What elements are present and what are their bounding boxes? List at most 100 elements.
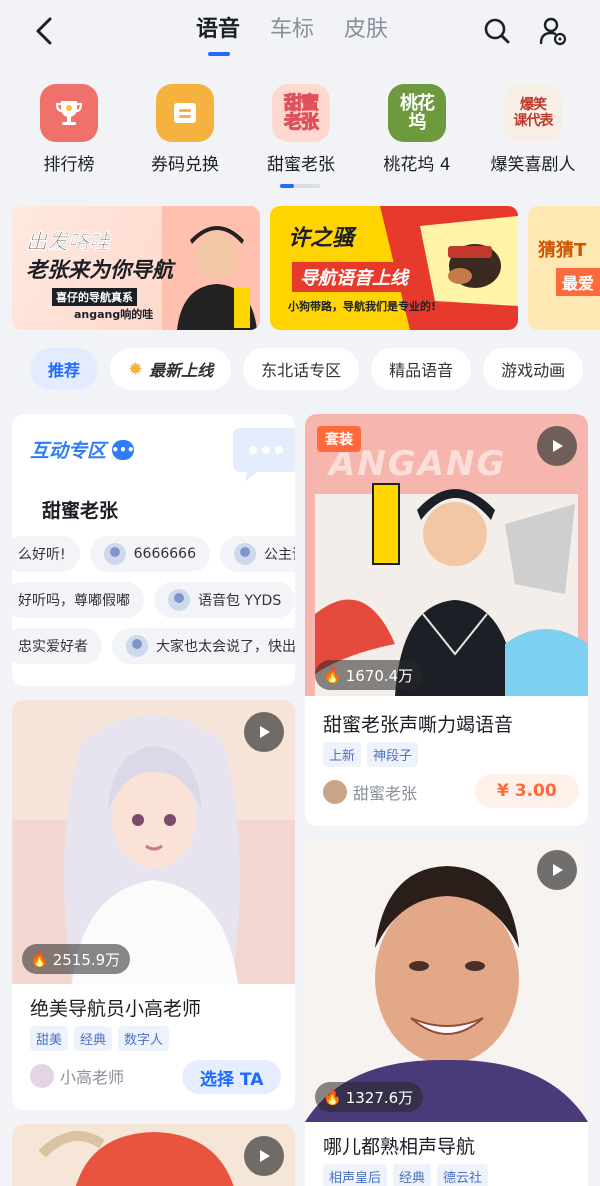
flame-icon: 🔥 (30, 950, 49, 968)
user-settings-icon[interactable] (536, 14, 570, 48)
logo-art-text: 甜蜜 老张 (284, 93, 320, 133)
top-tabs: 语音 车标 皮肤 (196, 14, 388, 56)
banner-title-line1: 猜猜T (538, 240, 587, 261)
heat-count: 🔥 1327.6万 (315, 1082, 424, 1112)
voice-card-title: 哪儿都熟相声导航 (323, 1136, 476, 1158)
top-bar: 语音 车标 皮肤 (0, 0, 600, 66)
heat-count: 🔥 1670.4万 (315, 660, 424, 690)
tag: 经典 (393, 1164, 432, 1186)
interaction-title-text: 互动专区 (30, 440, 107, 462)
interaction-title: 互动专区 ••• (30, 436, 135, 463)
danmaku-bubble: 语音包 YYDS (154, 582, 295, 618)
quick-entry-label: 爆笑喜剧人 (490, 155, 576, 175)
quick-entry-taohuawu[interactable]: 桃花 坞 桃花坞 4 (362, 84, 472, 175)
tab-voice[interactable]: 语音 (196, 14, 240, 56)
interaction-card[interactable]: 互动专区 ••• 甜蜜老张 么好听! 6666666 公主请 好听吗，尊嘟假嘟 … (12, 414, 295, 686)
baoxiao-logo-icon: 爆笑 课代表 (504, 84, 562, 142)
tag: 甜美 (30, 1026, 69, 1051)
search-icon[interactable] (480, 14, 514, 48)
author[interactable]: 甜蜜老张 (323, 780, 417, 804)
danmaku-text: 好听吗，尊嘟假嘟 (18, 593, 130, 609)
heat-value: 1327.6万 (345, 1088, 414, 1107)
chip-new-release[interactable]: ✹ 最新上线 (110, 348, 232, 390)
quick-entry-ranking[interactable]: 排行榜 (14, 84, 124, 175)
chip-northeast-dialect[interactable]: 东北话专区 (243, 348, 360, 390)
avatar (233, 543, 256, 565)
flame-icon: 🔥 (323, 666, 342, 684)
quick-entry-tianmi-laozhang[interactable]: 甜蜜 老张 甜蜜老张 (246, 84, 356, 175)
tianmi-laozhang-logo-icon: 甜蜜 老张 (272, 84, 330, 142)
danmaku-row-3: 忠实爱好者 大家也太会说了，快出 (12, 628, 295, 664)
danmaku-text: 6666666 (133, 546, 196, 562)
voice-card-title: 绝美导航员小高老师 (30, 998, 202, 1020)
quick-entry-label: 券码兑换 (151, 155, 219, 175)
tag: 数字人 (118, 1026, 170, 1051)
voice-card-partial[interactable] (12, 1124, 295, 1186)
voice-card-xiangsheng[interactable]: 🔥 1327.6万 哪儿都熟相声导航 相声皇后 经典 德云社 (305, 838, 588, 1186)
voice-card-xiaogao[interactable]: 🔥 2515.9万 绝美导航员小高老师 甜美 经典 数字人 小高老师 选择 TA (12, 700, 295, 1110)
chip-premium-voice[interactable]: 精品语音 (371, 348, 472, 390)
banner-title-line1: 许之骚 (288, 226, 355, 251)
danmaku-row-1: 么好听! 6666666 公主请 (12, 536, 295, 572)
banner-subtitle-2: angang响的哇 (74, 308, 154, 321)
banner-xuzhisao[interactable]: 许之骚 导航语音上线 小狗带路，导航我们是专业的! (270, 206, 518, 330)
select-ta-button[interactable]: 选择 TA (182, 1060, 282, 1094)
ticket-icon (156, 84, 214, 142)
voice-card-title: 甜蜜老张声嘶力竭语音 (323, 714, 514, 736)
quick-entry-label: 排行榜 (43, 155, 95, 175)
danmaku-text: 大家也太会说了，快出 (156, 639, 295, 655)
banner-subtitle-1: 喜仔的导航真系 (52, 288, 137, 306)
avatar (126, 635, 148, 657)
avatar (323, 780, 347, 804)
chat-icon: ••• (112, 439, 135, 460)
heat-value: 1670.4万 (345, 666, 414, 685)
tab-car-logo[interactable]: 车标 (270, 14, 314, 54)
chip-game-anime[interactable]: 游戏动画 (483, 348, 584, 390)
play-icon[interactable] (537, 850, 577, 890)
tab-skin[interactable]: 皮肤 (344, 14, 388, 54)
chip-label: 最新上线 (149, 361, 214, 380)
author-name: 小高老师 (60, 1068, 125, 1087)
play-icon[interactable] (244, 712, 284, 752)
tag-list: 相声皇后 经典 德云社 (323, 1164, 489, 1186)
tag-list: 上新 神段子 (323, 742, 419, 767)
banner-laozhang[interactable]: 出发咯哇 老张来为你导航 喜仔的导航真系 angang响的哇 (12, 206, 260, 330)
heat-count: 🔥 2515.9万 (22, 944, 131, 974)
avatar (30, 1064, 54, 1088)
page-indicator (280, 184, 320, 188)
banner-guess[interactable]: 猜猜T 最爱 (528, 206, 600, 330)
tag: 德云社 (437, 1164, 489, 1186)
avatar (168, 589, 190, 611)
quick-entry-label: 甜蜜老张 (267, 155, 335, 175)
danmaku-bubble: 么好听! (12, 536, 80, 572)
danmaku-row-2: 好听吗，尊嘟假嘟 语音包 YYDS (12, 582, 295, 618)
banner-title-line2: 老张来为你导航 (26, 258, 173, 282)
flame-icon: 🔥 (323, 1088, 342, 1106)
tag-list: 甜美 经典 数字人 (30, 1026, 170, 1051)
quick-entry-coupon[interactable]: 券码兑换 (130, 84, 240, 175)
voice-card-laozhang[interactable]: ANGANG 套装 🔥 1670.4万 甜蜜老张声嘶力竭语音 上新 神段子 甜蜜… (305, 414, 588, 826)
banner-title-line1: 出发咯哇 (26, 230, 110, 254)
banner-title-line2: 导航语音上线 (292, 262, 416, 292)
danmaku-text: 语音包 YYDS (198, 593, 282, 609)
banner-title-line2: 最爱 (556, 268, 600, 296)
back-arrow-icon[interactable] (28, 14, 62, 48)
set-badge: 套装 (317, 426, 361, 452)
danmaku-bubble: 忠实爱好者 (12, 628, 102, 664)
play-icon[interactable] (537, 426, 577, 466)
logo-art-text: 桃花 坞 (400, 93, 435, 133)
author[interactable]: 小高老师 (30, 1064, 124, 1088)
tag: 神段子 (367, 742, 419, 767)
danmaku-text: 么好听! (18, 547, 66, 563)
price-button[interactable]: ¥ 3.00 (475, 774, 579, 808)
quick-entry-baoxiao[interactable]: 爆笑 课代表 爆笑喜剧人 (478, 84, 588, 175)
play-icon[interactable] (244, 1136, 284, 1176)
tag: 上新 (323, 742, 362, 767)
chat-bubble-decoration-icon (233, 428, 295, 482)
chip-recommend[interactable]: 推荐 (30, 348, 99, 390)
interaction-voice-name: 甜蜜老张 (42, 500, 119, 522)
trophy-icon (40, 84, 98, 142)
banner-subtitle-1: 小狗带路，导航我们是专业的! (288, 300, 437, 313)
quick-entry-label: 桃花坞 4 (383, 155, 451, 175)
avatar (103, 543, 126, 565)
